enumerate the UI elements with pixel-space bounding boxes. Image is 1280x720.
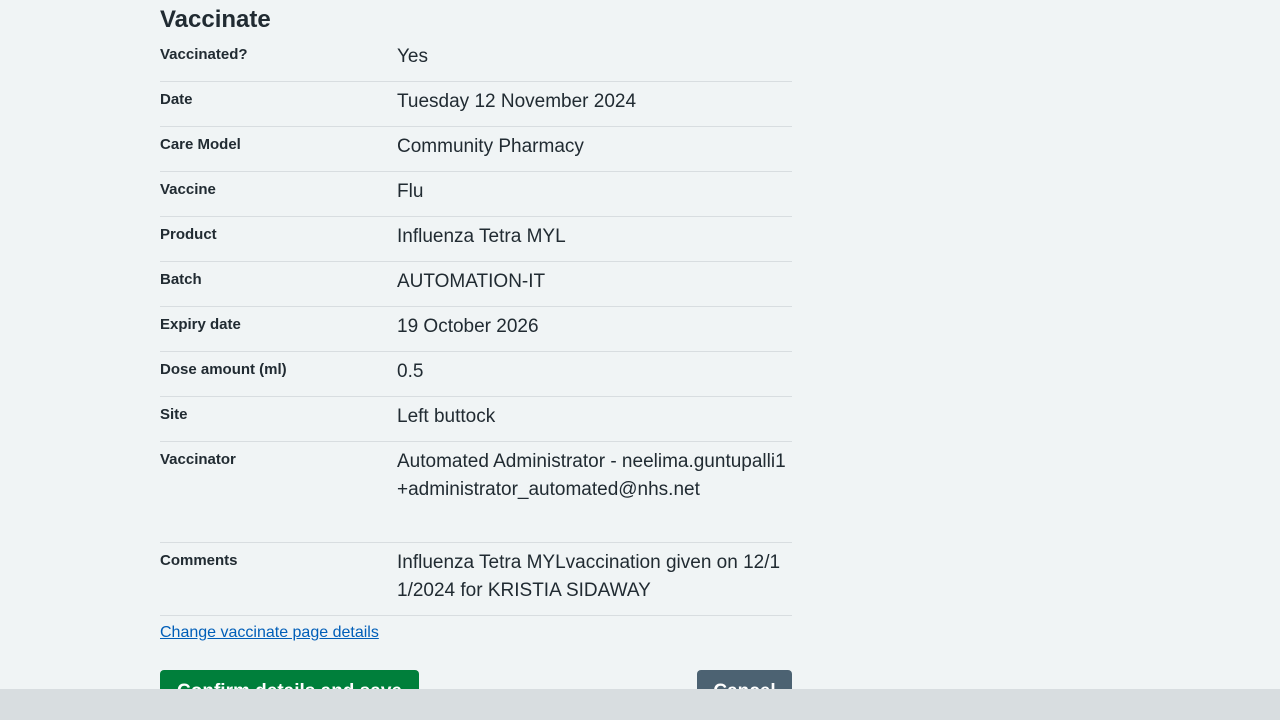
summary-value: Yes xyxy=(397,46,428,67)
summary-row-product: Product Influenza Tetra MYL xyxy=(160,217,792,262)
summary-key: Care Model xyxy=(160,136,241,153)
summary-value: Left buttock xyxy=(397,406,496,427)
summary-row-dose-amount: Dose amount (ml) 0.5 xyxy=(160,352,792,397)
summary-value: Community Pharmacy xyxy=(397,136,584,157)
summary-key: Comments xyxy=(160,552,238,569)
summary-row-vaccine: Vaccine Flu xyxy=(160,172,792,217)
bottom-bar xyxy=(0,689,1280,720)
summary-key: Batch xyxy=(160,271,202,288)
summary-key: Site xyxy=(160,406,188,423)
summary-key: Vaccinator xyxy=(160,451,236,468)
summary-value: Influenza Tetra MYLvaccination given on … xyxy=(397,552,781,601)
summary-key: Expiry date xyxy=(160,316,241,333)
summary-value: Influenza Tetra MYL xyxy=(397,226,566,247)
summary-list: Vaccinated? Yes Date Tuesday 12 November… xyxy=(160,37,792,616)
summary-value: Flu xyxy=(397,181,424,202)
summary-key: Dose amount (ml) xyxy=(160,361,287,378)
summary-row-comments: Comments Influenza Tetra MYLvaccination … xyxy=(160,543,792,616)
summary-row-vaccinator: Vaccinator Automated Administrator - nee… xyxy=(160,442,792,543)
change-vaccinate-details-link[interactable]: Change vaccinate page details xyxy=(160,622,379,644)
summary-key: Date xyxy=(160,91,193,108)
summary-key: Product xyxy=(160,226,217,243)
summary-value: 19 October 2026 xyxy=(397,316,539,337)
summary-key: Vaccine xyxy=(160,181,216,198)
summary-value: AUTOMATION-IT xyxy=(397,271,546,292)
summary-value: 0.5 xyxy=(397,361,424,382)
summary-value: Automated Administrator - neelima.guntup… xyxy=(397,451,786,500)
summary-row-vaccinated: Vaccinated? Yes xyxy=(160,37,792,82)
summary-row-expiry-date: Expiry date 19 October 2026 xyxy=(160,307,792,352)
page-title: Vaccinate xyxy=(160,6,271,33)
summary-row-site: Site Left buttock xyxy=(160,397,792,442)
summary-key: Vaccinated? xyxy=(160,46,248,63)
summary-value: Tuesday 12 November 2024 xyxy=(397,91,637,112)
summary-row-batch: Batch AUTOMATION-IT xyxy=(160,262,792,307)
summary-row-care-model: Care Model Community Pharmacy xyxy=(160,127,792,172)
summary-row-date: Date Tuesday 12 November 2024 xyxy=(160,82,792,127)
